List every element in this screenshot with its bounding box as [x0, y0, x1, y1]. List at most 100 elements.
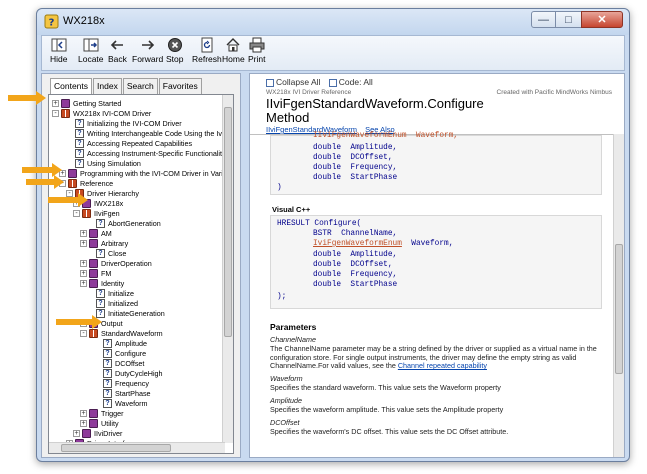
navigation-pane: Contents Index Search Favorites + Getting…	[41, 73, 241, 458]
tree-horizontal-scrollbar[interactable]	[49, 442, 225, 453]
topic-vertical-scrollbar[interactable]	[613, 134, 624, 457]
help-page-icon: ?	[103, 368, 112, 378]
help-page-icon: ?	[96, 298, 105, 308]
collapse-icon[interactable]: -	[66, 189, 73, 197]
code1-partial-line: IIviFgenWaveformEnum Waveform,	[313, 132, 459, 140]
enum-type-link[interactable]: IviFgenWaveformEnum	[313, 240, 402, 248]
code1-line: double DCOffset,	[313, 154, 393, 162]
tree-item[interactable]: + Getting Started	[52, 98, 121, 108]
expand-icon[interactable]: +	[80, 279, 87, 287]
tab-index[interactable]: Index	[93, 78, 122, 94]
stop-button[interactable]: Stop	[166, 37, 184, 64]
collapse-icon	[266, 78, 274, 87]
code1-line: double Frequency,	[313, 164, 398, 172]
tree-item[interactable]: + IIviDriver	[73, 428, 122, 438]
tree-item[interactable]: + AM	[80, 228, 112, 238]
collapse-icon[interactable]: -	[73, 209, 80, 217]
tree-item-label: Arbitrary	[101, 238, 129, 248]
tree-item[interactable]: + FM	[80, 268, 111, 278]
expand-icon[interactable]: +	[80, 259, 87, 267]
tree-vertical-scrollbar[interactable]	[222, 95, 233, 443]
help-page-icon: ?	[103, 348, 112, 358]
tree-item[interactable]: ? Amplitude	[94, 338, 147, 348]
tree-item[interactable]: ? Using Simulation	[66, 158, 141, 168]
param-description: Specifies the standard waveform. This va…	[270, 383, 501, 392]
forward-button[interactable]: Forward	[132, 37, 163, 64]
tree-item-label: Getting Started	[73, 98, 122, 108]
expand-icon[interactable]: +	[73, 429, 80, 437]
param-description: Specifies the waveform amplitude. This v…	[270, 405, 504, 414]
tree-item-label: Amplitude	[115, 338, 147, 348]
tree-item[interactable]: ? DCOffset	[94, 358, 144, 368]
tree-item[interactable]: + Programming with the IVI-COM Driver in …	[59, 168, 233, 178]
tree-item[interactable]: - StandardWaveform	[80, 328, 163, 338]
minimize-button[interactable]: —	[531, 11, 556, 28]
tree-item[interactable]: ? StartPhase	[94, 388, 151, 398]
tree-item[interactable]: + Trigger	[80, 408, 124, 418]
collapse-all-toggle[interactable]: Collapse All Code: All	[266, 77, 373, 87]
help-page-icon: ?	[103, 358, 112, 368]
tree-item[interactable]: ? Accessing Repeated Capabilities	[66, 138, 192, 148]
close-icon: ✕	[597, 14, 607, 26]
tree-item[interactable]: ? Configure	[94, 348, 146, 358]
tree-item[interactable]: - IIviFgen	[73, 208, 120, 218]
tab-contents[interactable]: Contents	[50, 78, 93, 94]
hide-button[interactable]: Hide	[50, 37, 67, 64]
home-button[interactable]: Home	[222, 37, 245, 64]
tree-item[interactable]: ? Frequency	[94, 378, 149, 388]
tree-item-label: AbortGeneration	[108, 218, 161, 228]
tree-item[interactable]: ? Writing Interchangeable Code Using the …	[66, 128, 233, 138]
tree-horizontal-scroll-thumb[interactable]	[61, 444, 171, 452]
tree-item[interactable]: + Identity	[80, 278, 124, 288]
arrow-head	[54, 175, 64, 189]
maximize-button[interactable]: □	[556, 11, 581, 28]
tree-item[interactable]: ? Close	[87, 248, 126, 258]
expand-icon[interactable]: +	[52, 99, 59, 107]
topic-vertical-scroll-thumb[interactable]	[615, 244, 623, 374]
code1-line: )	[277, 184, 282, 192]
refresh-button[interactable]: Refresh	[192, 37, 222, 64]
tree-item[interactable]: + Utility	[80, 418, 119, 428]
closed-book-icon	[68, 168, 77, 178]
tab-favorites[interactable]: Favorites	[158, 78, 202, 94]
print-button[interactable]: Print	[248, 37, 265, 64]
tree-item[interactable]: ? Accessing Instrument-Specific Functiona…	[66, 148, 226, 158]
tree-item[interactable]: ? DutyCycleHigh	[94, 368, 163, 378]
expand-icon[interactable]: +	[80, 229, 87, 237]
expand-icon[interactable]: +	[80, 409, 87, 417]
locate-button[interactable]: Locate	[78, 37, 104, 64]
code2-line: double Amplitude,	[313, 251, 398, 259]
code2-line: IviFgenWaveformEnum Waveform,	[313, 240, 453, 248]
tree-item[interactable]: ? Waveform	[94, 398, 147, 408]
tree-item-label: AM	[101, 228, 112, 238]
close-button[interactable]: ✕	[581, 11, 623, 28]
tree-item[interactable]: ? AbortGeneration	[87, 218, 161, 228]
tree-item-label: Configure	[115, 348, 147, 358]
tree-item[interactable]: + DriverOperation	[80, 258, 152, 268]
code2-line: BSTR ChannelName,	[313, 230, 398, 238]
collapse-icon[interactable]: -	[80, 329, 87, 337]
tree-vertical-scroll-thumb[interactable]	[224, 107, 232, 337]
tree-item[interactable]: - Reference	[59, 178, 113, 188]
tab-search[interactable]: Search	[122, 78, 158, 94]
toolbar: Hide Locate Back Forward Stop Refresh Ho…	[41, 35, 625, 71]
collapse-icon[interactable]: -	[52, 109, 59, 117]
tree-item[interactable]: - WX218x IVI-COM Driver	[52, 108, 151, 118]
code-sample-1: IIviFgenWaveformEnum Waveform, double Am…	[270, 132, 602, 195]
tree-item[interactable]: ? Initialized	[87, 298, 138, 308]
code-filter[interactable]: Code: All	[328, 77, 373, 87]
window-title: WX218x	[63, 15, 105, 27]
open-book-icon	[61, 108, 70, 118]
tree-item[interactable]: ? Initialize	[87, 288, 134, 298]
back-button[interactable]: Back	[108, 37, 127, 64]
expand-icon[interactable]: +	[80, 239, 87, 247]
closed-book-icon	[89, 278, 98, 288]
expand-icon[interactable]: +	[80, 269, 87, 277]
tree-item-label: Waveform	[115, 398, 148, 408]
channel-repeated-capability-link[interactable]: Channel repeated capability	[398, 361, 487, 370]
tree-item[interactable]: ? Initializing the IVI-COM Driver	[66, 118, 182, 128]
tree-item-label: Identity	[101, 278, 125, 288]
closed-book-icon	[89, 228, 98, 238]
expand-icon[interactable]: +	[80, 419, 87, 427]
tree-item[interactable]: + Arbitrary	[80, 238, 128, 248]
